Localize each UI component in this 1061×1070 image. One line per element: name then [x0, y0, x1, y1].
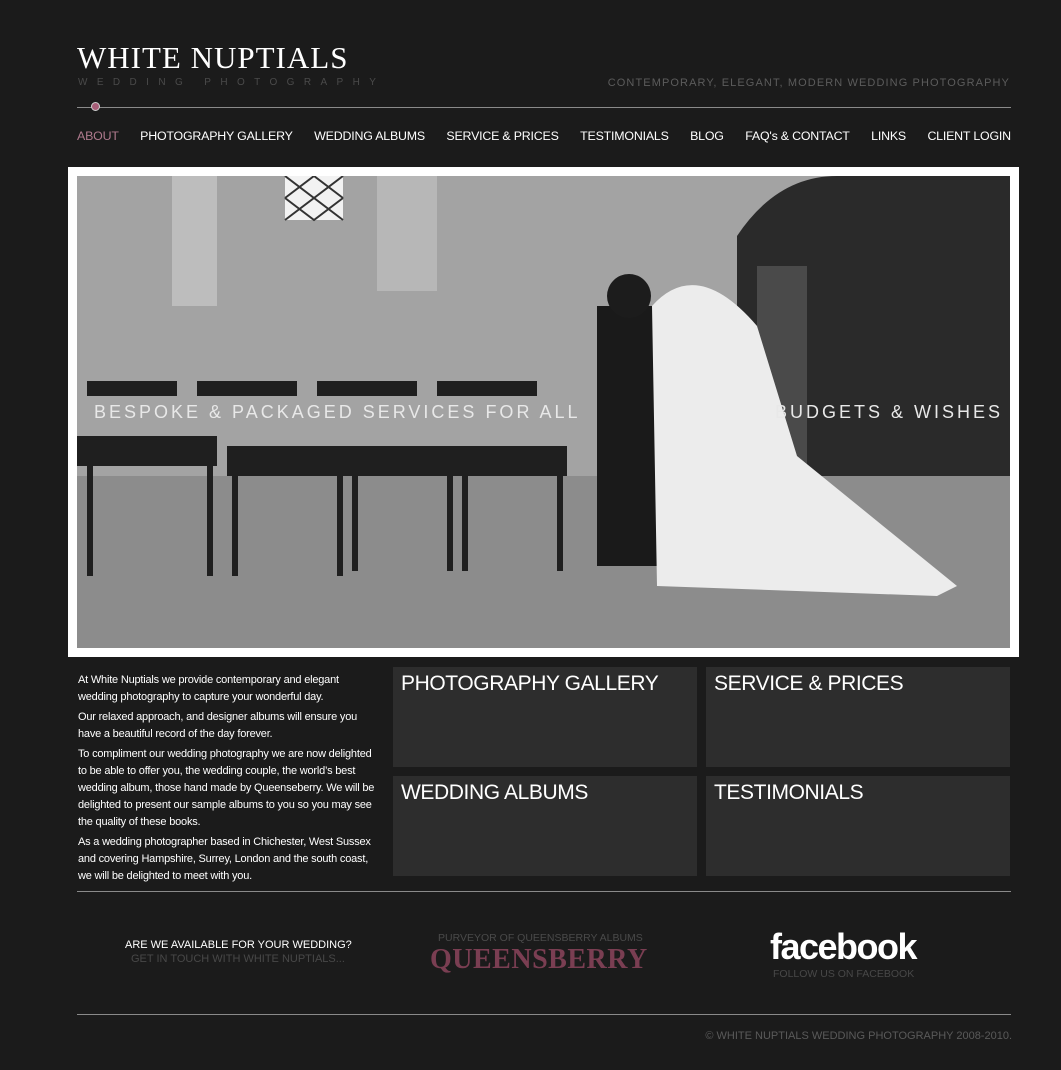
nav-about[interactable]: ABOUT	[77, 129, 119, 143]
availability-link[interactable]: GET IN TOUCH WITH WHITE NUPTIALS...	[131, 953, 345, 965]
intro-paragraph: Our relaxed approach, and designer album…	[78, 711, 358, 740]
intro-paragraph: At White Nuptials we provide contemporar…	[78, 674, 339, 703]
tagline: CONTEMPORARY, ELEGANT, MODERN WEDDING PH…	[607, 77, 1010, 89]
content-rule	[77, 891, 1011, 892]
hero-photo: BESPOKE & PACKAGED SERVICES FOR ALL BUDG…	[77, 176, 1010, 648]
tile-photography-gallery[interactable]: PHOTOGRAPHY GALLERY	[393, 667, 697, 767]
intro-paragraph: To compliment our wedding photography we…	[78, 748, 375, 828]
nav-faq-contact[interactable]: FAQ's & CONTACT	[745, 129, 850, 143]
intro-paragraph: As a wedding photographer based in Chich…	[78, 836, 371, 882]
main-nav: ABOUT PHOTOGRAPHY GALLERY WEDDING ALBUMS…	[77, 129, 1011, 143]
queensberry-caption: PURVEYOR OF QUEENSBERRY ALBUMS	[438, 932, 643, 944]
footer-rule	[77, 1014, 1011, 1015]
nav-position-indicator	[91, 102, 100, 111]
facebook-caption[interactable]: FOLLOW US ON FACEBOOK	[773, 968, 914, 980]
tile-label: PHOTOGRAPHY GALLERY	[401, 672, 659, 695]
hero-frame: BESPOKE & PACKAGED SERVICES FOR ALL BUDG…	[68, 167, 1019, 657]
nav-wedding-albums[interactable]: WEDDING ALBUMS	[314, 129, 425, 143]
intro-text: At White Nuptials we provide contemporar…	[78, 672, 378, 888]
queensberry-logo[interactable]: QUEENSBERRY	[430, 944, 648, 976]
hero-caption-left: BESPOKE & PACKAGED SERVICES FOR ALL	[94, 402, 581, 422]
tile-label: WEDDING ALBUMS	[401, 781, 588, 804]
nav-photography-gallery[interactable]: PHOTOGRAPHY GALLERY	[140, 129, 293, 143]
tile-label: TESTIMONIALS	[714, 781, 864, 804]
facebook-logo[interactable]: facebook	[770, 926, 918, 968]
nav-links[interactable]: LINKS	[871, 129, 906, 143]
nav-client-login[interactable]: CLIENT LOGIN	[927, 129, 1011, 143]
nav-testimonials[interactable]: TESTIMONIALS	[580, 129, 669, 143]
hero-caption-right: BUDGETS & WISHES	[775, 402, 1004, 422]
logo-title[interactable]: WHITE NUPTIALS	[77, 40, 348, 76]
nav-service-prices[interactable]: SERVICE & PRICES	[446, 129, 558, 143]
tile-service-prices[interactable]: SERVICE & PRICES	[706, 667, 1010, 767]
copyright: © WHITE NUPTIALS WEDDING PHOTOGRAPHY 200…	[705, 1030, 1012, 1042]
tile-testimonials[interactable]: TESTIMONIALS	[706, 776, 1010, 876]
tile-wedding-albums[interactable]: WEDDING ALBUMS	[393, 776, 697, 876]
availability-question: ARE WE AVAILABLE FOR YOUR WEDDING?	[125, 939, 352, 951]
nav-blog[interactable]: BLOG	[690, 129, 724, 143]
header-rule	[77, 107, 1011, 108]
logo-subtitle: WEDDING PHOTOGRAPHY	[78, 77, 386, 88]
tile-label: SERVICE & PRICES	[714, 672, 904, 695]
